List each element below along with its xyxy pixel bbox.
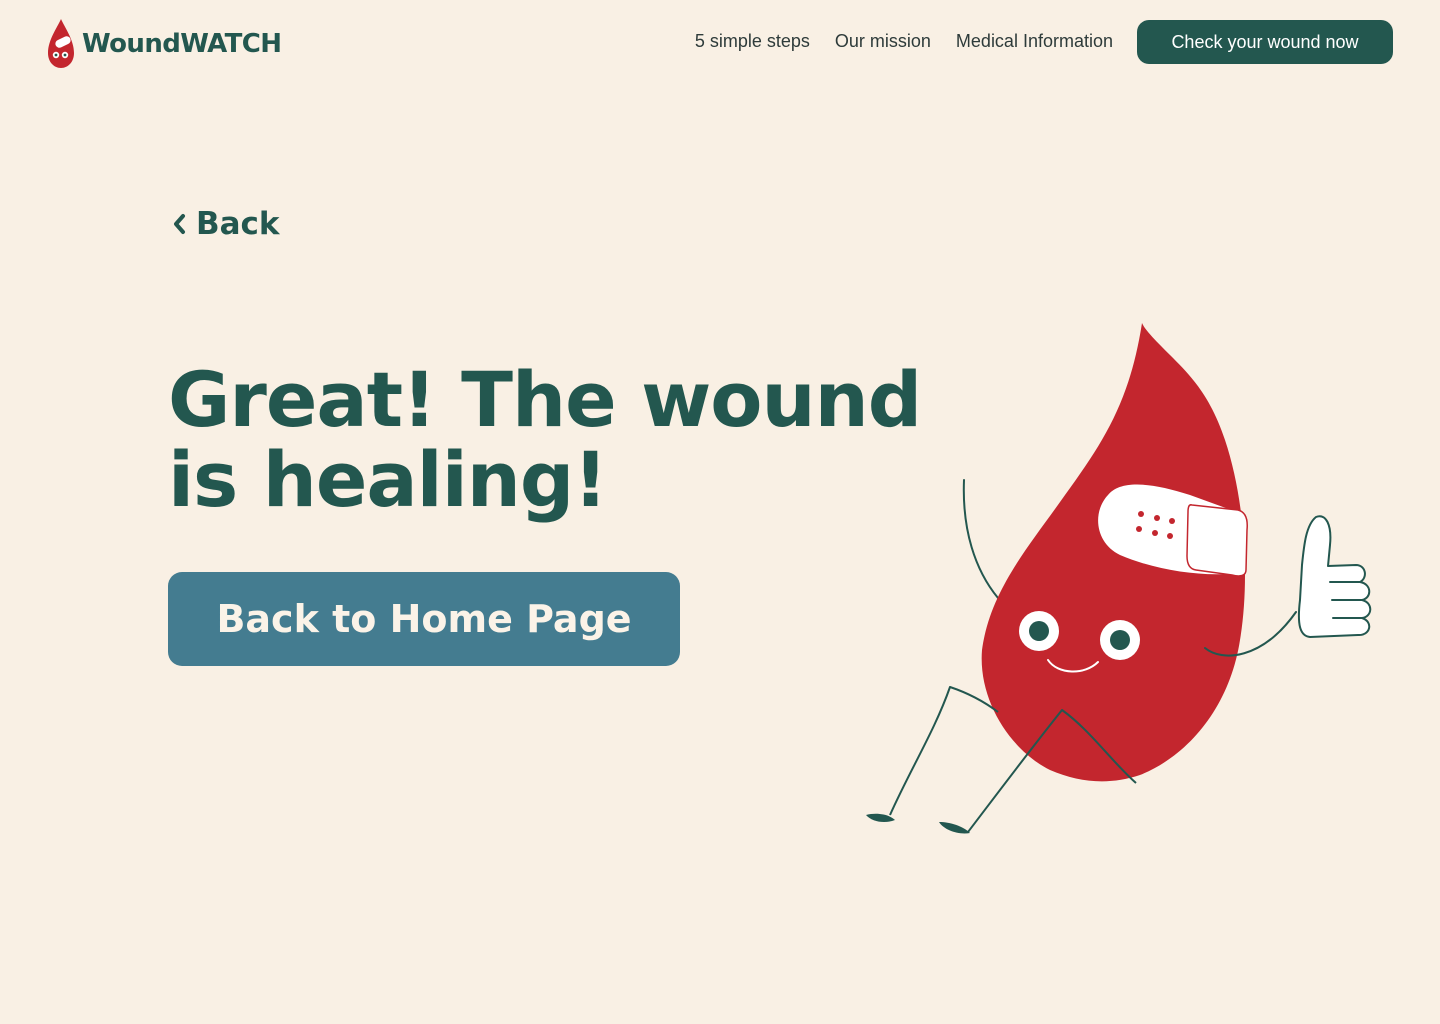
back-link[interactable]: Back <box>172 205 280 243</box>
blood-drop-mascot-illustration <box>866 323 1372 834</box>
main-nav: 5 simple steps Our mission Medical Infor… <box>695 30 1113 52</box>
back-to-home-button[interactable]: Back to Home Page <box>168 572 680 666</box>
blood-drop-logo-icon <box>48 19 74 68</box>
nav-link-medical-information[interactable]: Medical Information <box>956 30 1113 52</box>
back-link-label: Back <box>196 206 280 242</box>
mascot-left-arm <box>962 479 999 599</box>
logo[interactable]: WoundWATCH <box>46 18 282 70</box>
chevron-left-icon <box>174 214 185 234</box>
mascot-right-foot <box>939 822 970 834</box>
page-title: Great! The wound is healing! <box>168 355 922 524</box>
nav-link-our-mission[interactable]: Our mission <box>835 30 931 52</box>
nav-link-simple-steps[interactable]: 5 simple steps <box>695 30 810 52</box>
thumbs-up-icon <box>1297 515 1372 638</box>
logo-text: WoundWATCH <box>82 29 282 59</box>
check-wound-button[interactable]: Check your wound now <box>1137 20 1393 64</box>
mascot-left-leg <box>889 686 999 816</box>
